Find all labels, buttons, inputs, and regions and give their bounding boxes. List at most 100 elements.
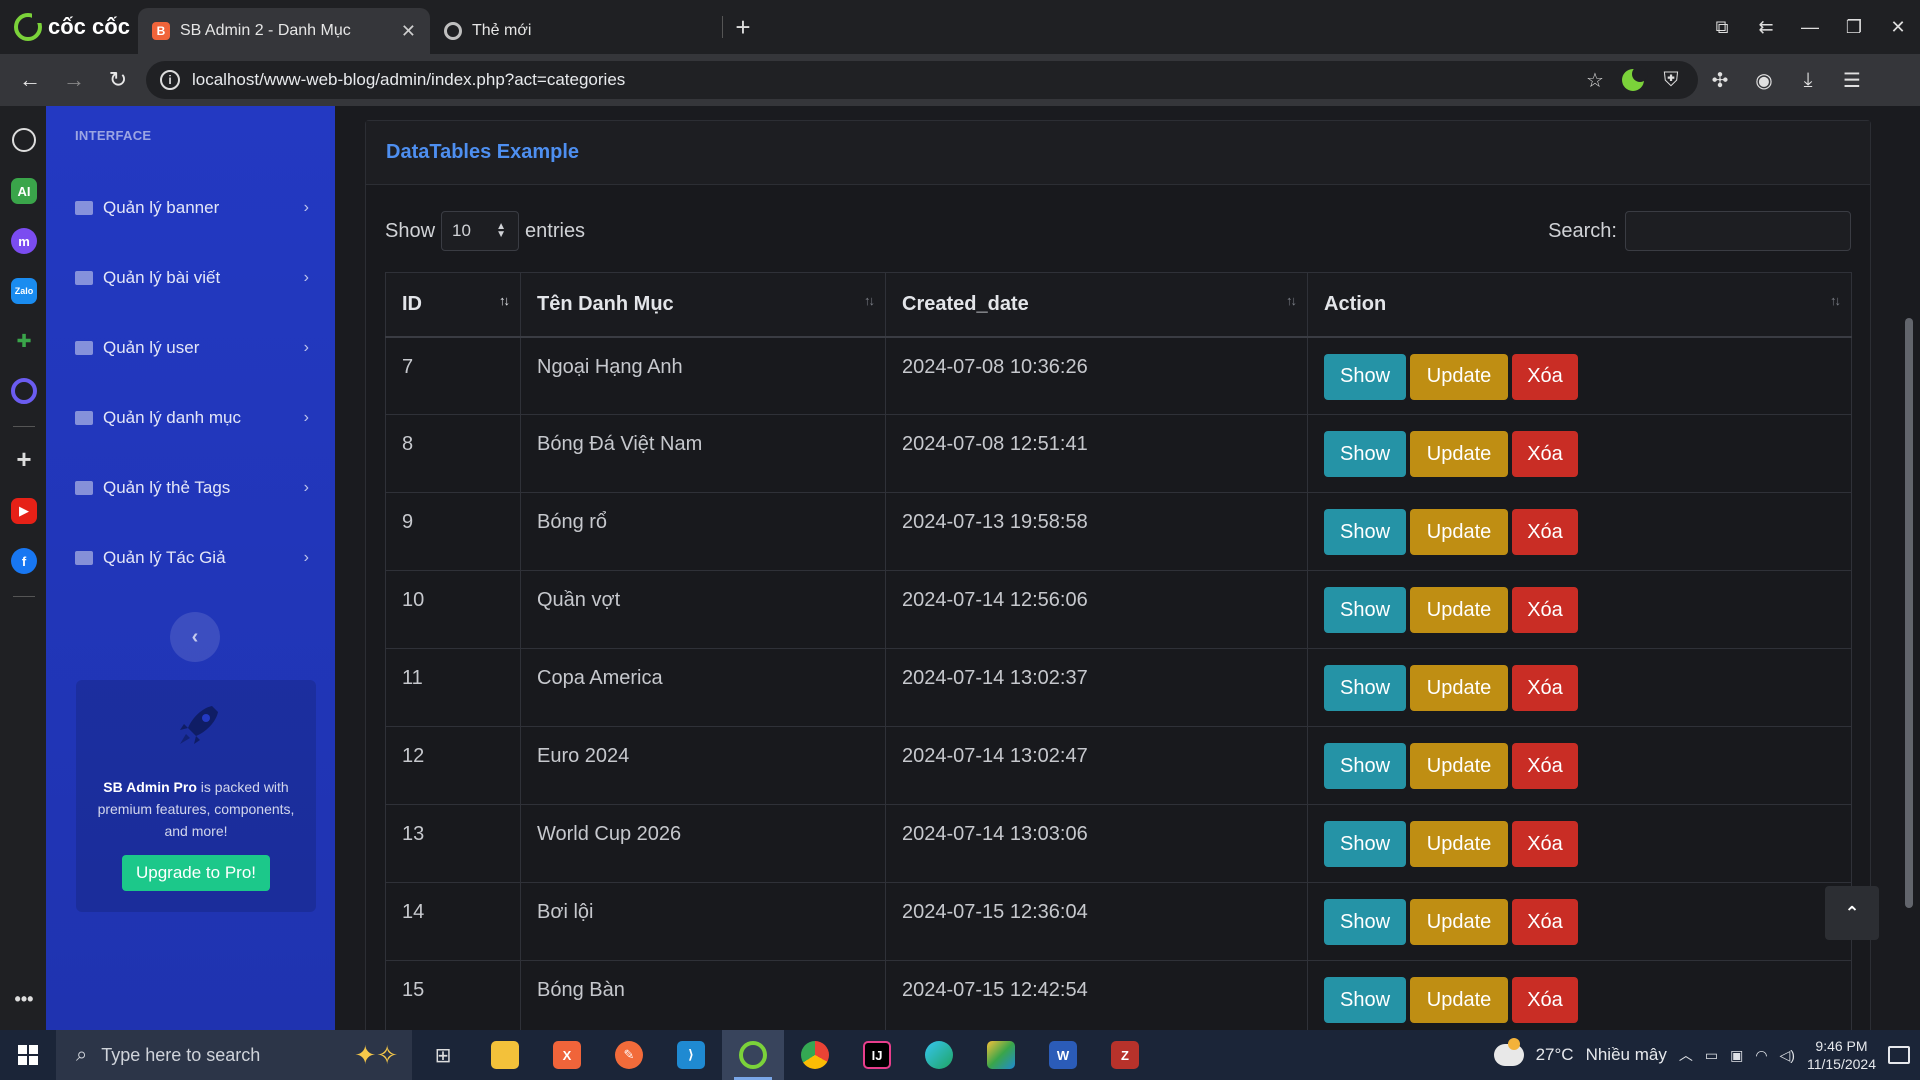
page-length-select[interactable]: 10 ▲ ▼ <box>441 211 520 251</box>
reload-button[interactable]: ↻ <box>96 60 140 100</box>
shield-icon[interactable]: ⛨ <box>1658 67 1684 93</box>
update-button[interactable]: Update <box>1410 821 1508 867</box>
update-button[interactable]: Update <box>1410 431 1508 477</box>
bookmark-star-icon[interactable]: ☆ <box>1582 67 1608 93</box>
weather-icon[interactable] <box>1493 1038 1524 1066</box>
battery-icon[interactable]: ▭ <box>1705 1047 1718 1064</box>
taskbar-search[interactable]: ⌕ Type here to search ✦✧ <box>56 1030 412 1080</box>
column-header-created[interactable]: Created_date ↑↓ <box>885 272 1308 338</box>
profile-icon[interactable]: ◉ <box>1742 60 1786 100</box>
filezilla-icon[interactable]: Z <box>1094 1030 1156 1080</box>
weather-text[interactable]: Nhiều mây <box>1586 1045 1667 1065</box>
volume-icon[interactable]: ◁) <box>1780 1047 1795 1064</box>
xampp-icon[interactable]: X <box>536 1030 598 1080</box>
start-button[interactable] <box>0 1045 56 1065</box>
coccoc-taskbar-icon[interactable] <box>722 1030 784 1080</box>
delete-button[interactable]: Xóa <box>1512 353 1578 400</box>
forward-button[interactable]: → <box>52 60 96 100</box>
show-button[interactable]: Show <box>1324 353 1406 400</box>
update-button[interactable]: Update <box>1410 977 1508 1023</box>
show-button[interactable]: Show <box>1324 977 1406 1023</box>
tab-active[interactable]: B SB Admin 2 - Danh Mục ✕ <box>138 8 430 54</box>
delete-button[interactable]: Xóa <box>1512 899 1578 945</box>
messenger-icon[interactable]: m <box>11 228 37 254</box>
scroll-to-top-button[interactable]: ⌃ <box>1825 886 1879 940</box>
vscode-icon[interactable]: ⟩ <box>660 1030 722 1080</box>
delete-button[interactable]: Xóa <box>1512 509 1578 555</box>
address-bar[interactable]: i localhost/www-web-blog/admin/index.php… <box>146 61 1698 99</box>
chrome-icon[interactable] <box>784 1030 846 1080</box>
delete-button[interactable]: Xóa <box>1512 587 1578 633</box>
ai-icon[interactable]: AI <box>11 178 37 204</box>
update-button[interactable]: Update <box>1410 743 1508 789</box>
facebook-icon[interactable]: f <box>11 548 37 574</box>
minimize-button[interactable]: — <box>1788 7 1832 47</box>
youtube-icon[interactable]: ▶ <box>11 498 37 524</box>
wifi-icon[interactable]: ◠ <box>1755 1047 1767 1064</box>
task-view-icon[interactable]: ⊞ <box>412 1030 474 1080</box>
postman-icon[interactable]: ✎ <box>598 1030 660 1080</box>
q-icon[interactable] <box>11 378 37 404</box>
zalo-icon[interactable]: Zalo <box>11 278 37 304</box>
close-window-button[interactable]: ✕ <box>1876 7 1920 47</box>
update-button[interactable]: Update <box>1410 899 1508 945</box>
file-explorer-icon[interactable] <box>474 1030 536 1080</box>
weather-temp[interactable]: 27°C <box>1536 1045 1574 1065</box>
url-text[interactable]: localhost/www-web-blog/admin/index.php?a… <box>192 70 1570 90</box>
column-header-id[interactable]: ID ↑↓ <box>385 272 521 338</box>
show-button[interactable]: Show <box>1324 899 1406 945</box>
bluestacks-icon[interactable] <box>970 1030 1032 1080</box>
delete-button[interactable]: Xóa <box>1512 665 1578 711</box>
show-button[interactable]: Show <box>1324 665 1406 711</box>
intellij-icon[interactable]: IJ <box>846 1030 908 1080</box>
close-tab-icon[interactable]: ✕ <box>401 21 416 42</box>
browser-brand[interactable]: cốc cốc <box>0 13 138 41</box>
game-icon[interactable]: ✚ <box>11 328 37 354</box>
extensions-icon[interactable]: ✣ <box>1698 60 1742 100</box>
show-button[interactable]: Show <box>1324 509 1406 555</box>
sidebar-collapse-button[interactable]: ‹ <box>170 612 220 662</box>
tab-new[interactable]: Thẻ mới <box>430 8 720 54</box>
clock[interactable]: 9:46 PM 11/15/2024 <box>1807 1037 1876 1073</box>
sidebar-item-banner[interactable]: Quản lý banner › <box>46 180 335 236</box>
dark-mode-icon[interactable] <box>1620 66 1648 93</box>
site-info-icon[interactable]: i <box>160 70 180 90</box>
download-icon[interactable]: ⤓ <box>1786 60 1830 100</box>
sidebar-item-categories[interactable]: Quản lý danh mục › <box>46 390 335 446</box>
delete-button[interactable]: Xóa <box>1512 743 1578 789</box>
more-icon[interactable]: ••• <box>11 986 37 1012</box>
back-button[interactable]: ← <box>8 60 52 100</box>
show-button[interactable]: Show <box>1324 587 1406 633</box>
column-header-action[interactable]: Action ↑↓ <box>1307 272 1852 338</box>
sidebar-item-tags[interactable]: Quản lý thẻ Tags › <box>46 460 335 516</box>
restore-button[interactable]: ❐ <box>1832 7 1876 47</box>
update-button[interactable]: Update <box>1410 665 1508 711</box>
delete-button[interactable]: Xóa <box>1512 821 1578 867</box>
notification-icon[interactable] <box>1888 1046 1910 1064</box>
sidebar-toggle-icon[interactable]: ⇇ <box>1744 7 1788 47</box>
sidebar-item-authors[interactable]: Quản lý Tác Giả › <box>46 530 335 586</box>
update-button[interactable]: Update <box>1410 353 1508 400</box>
show-button[interactable]: Show <box>1324 431 1406 477</box>
meet-icon[interactable]: ▣ <box>1730 1047 1743 1064</box>
sidebar-item-posts[interactable]: Quản lý bài viết › <box>46 250 335 306</box>
add-icon[interactable]: + <box>11 444 37 474</box>
history-icon[interactable] <box>12 128 36 152</box>
search-input[interactable] <box>1625 211 1851 251</box>
chevron-up-icon[interactable]: ︿ <box>1679 1045 1693 1065</box>
delete-button[interactable]: Xóa <box>1512 977 1578 1023</box>
column-header-name[interactable]: Tên Danh Mục ↑↓ <box>520 272 886 338</box>
screenshot-icon[interactable]: ⧉ <box>1700 7 1744 47</box>
edge-icon[interactable] <box>908 1030 970 1080</box>
show-button[interactable]: Show <box>1324 821 1406 867</box>
page-scrollbar[interactable] <box>1903 208 1914 1008</box>
scrollbar-thumb[interactable] <box>1905 318 1913 908</box>
new-tab-button[interactable]: + <box>723 12 763 43</box>
upgrade-button[interactable]: Upgrade to Pro! <box>122 855 270 891</box>
update-button[interactable]: Update <box>1410 509 1508 555</box>
update-button[interactable]: Update <box>1410 587 1508 633</box>
sidebar-item-users[interactable]: Quản lý user › <box>46 320 335 376</box>
menu-icon[interactable]: ☰ <box>1830 60 1874 100</box>
delete-button[interactable]: Xóa <box>1512 431 1578 477</box>
show-button[interactable]: Show <box>1324 743 1406 789</box>
